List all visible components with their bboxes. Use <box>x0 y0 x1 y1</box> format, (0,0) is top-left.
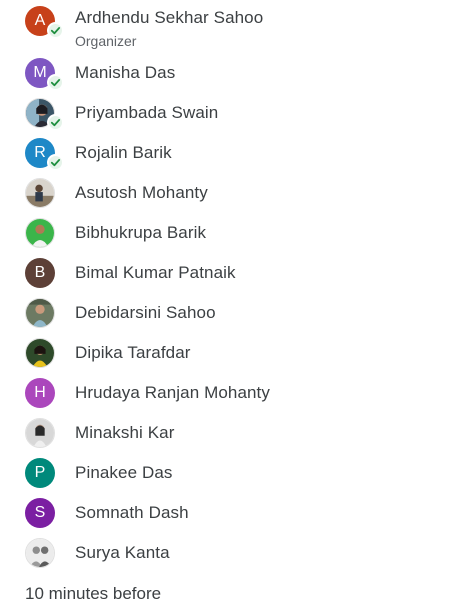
avatar: B <box>25 258 55 288</box>
guest-item[interactable]: Surya Kanta <box>0 534 457 574</box>
avatar: H <box>25 378 55 408</box>
guest-role: Organizer <box>75 33 137 49</box>
guest-name: Minakshi Kar <box>75 423 175 442</box>
notification-reminder[interactable]: 10 minutes before <box>25 584 161 604</box>
avatar-initial: H <box>34 384 46 401</box>
avatar-initial: B <box>34 264 46 281</box>
guest-item[interactable]: R Rojalin Barik <box>0 134 457 174</box>
guest-name: Ardhendu Sekhar Sahoo <box>75 8 264 27</box>
guest-name: Rojalin Barik <box>75 143 172 162</box>
guest-name: Bimal Kumar Patnaik <box>75 263 236 282</box>
avatar-initial: M <box>33 64 47 81</box>
guest-item[interactable]: A Ardhendu Sekhar Sahoo Organizer <box>0 2 457 49</box>
guest-name: Dipika Tarafdar <box>75 343 191 362</box>
guest-item[interactable]: Priyambada Swain <box>0 94 457 134</box>
guest-name: Asutosh Mohanty <box>75 183 208 202</box>
guest-item[interactable]: B Bimal Kumar Patnaik <box>0 254 457 294</box>
avatar-initial: A <box>34 12 46 29</box>
guest-item[interactable]: Asutosh Mohanty <box>0 174 457 214</box>
avatar-initial: R <box>34 144 46 161</box>
avatar-photo <box>25 178 55 208</box>
guest-name: Somnath Dash <box>75 503 189 522</box>
guest-item[interactable]: Debidarsini Sahoo <box>0 294 457 334</box>
guest-name: Bibhukrupa Barik <box>75 223 207 242</box>
avatar-photo <box>25 298 55 328</box>
avatar-photo <box>25 338 55 368</box>
guest-item[interactable]: Bibhukrupa Barik <box>0 214 457 254</box>
accepted-check-icon <box>47 114 64 131</box>
avatar-initial: P <box>34 464 46 481</box>
guest-item[interactable]: Dipika Tarafdar <box>0 334 457 374</box>
guest-item[interactable]: Minakshi Kar <box>0 414 457 454</box>
guest-name: Hrudaya Ranjan Mohanty <box>75 383 270 402</box>
guest-name: Debidarsini Sahoo <box>75 303 216 322</box>
guest-name: Surya Kanta <box>75 543 170 562</box>
accepted-check-icon <box>47 74 64 91</box>
accepted-check-icon <box>47 22 64 39</box>
avatar-initial: S <box>34 504 46 521</box>
guest-item[interactable]: S Somnath Dash <box>0 494 457 534</box>
avatar-photo <box>25 418 55 448</box>
avatar: S <box>25 498 55 528</box>
guest-name: Priyambada Swain <box>75 103 219 122</box>
guest-item[interactable]: M Manisha Das <box>0 54 457 94</box>
avatar-photo <box>25 538 55 568</box>
guest-name: Manisha Das <box>75 63 176 82</box>
guest-name: Pinakee Das <box>75 463 173 482</box>
avatar: P <box>25 458 55 488</box>
guest-item[interactable]: P Pinakee Das <box>0 454 457 494</box>
guest-item[interactable]: H Hrudaya Ranjan Mohanty <box>0 374 457 414</box>
accepted-check-icon <box>47 154 64 171</box>
avatar-photo <box>25 218 55 248</box>
